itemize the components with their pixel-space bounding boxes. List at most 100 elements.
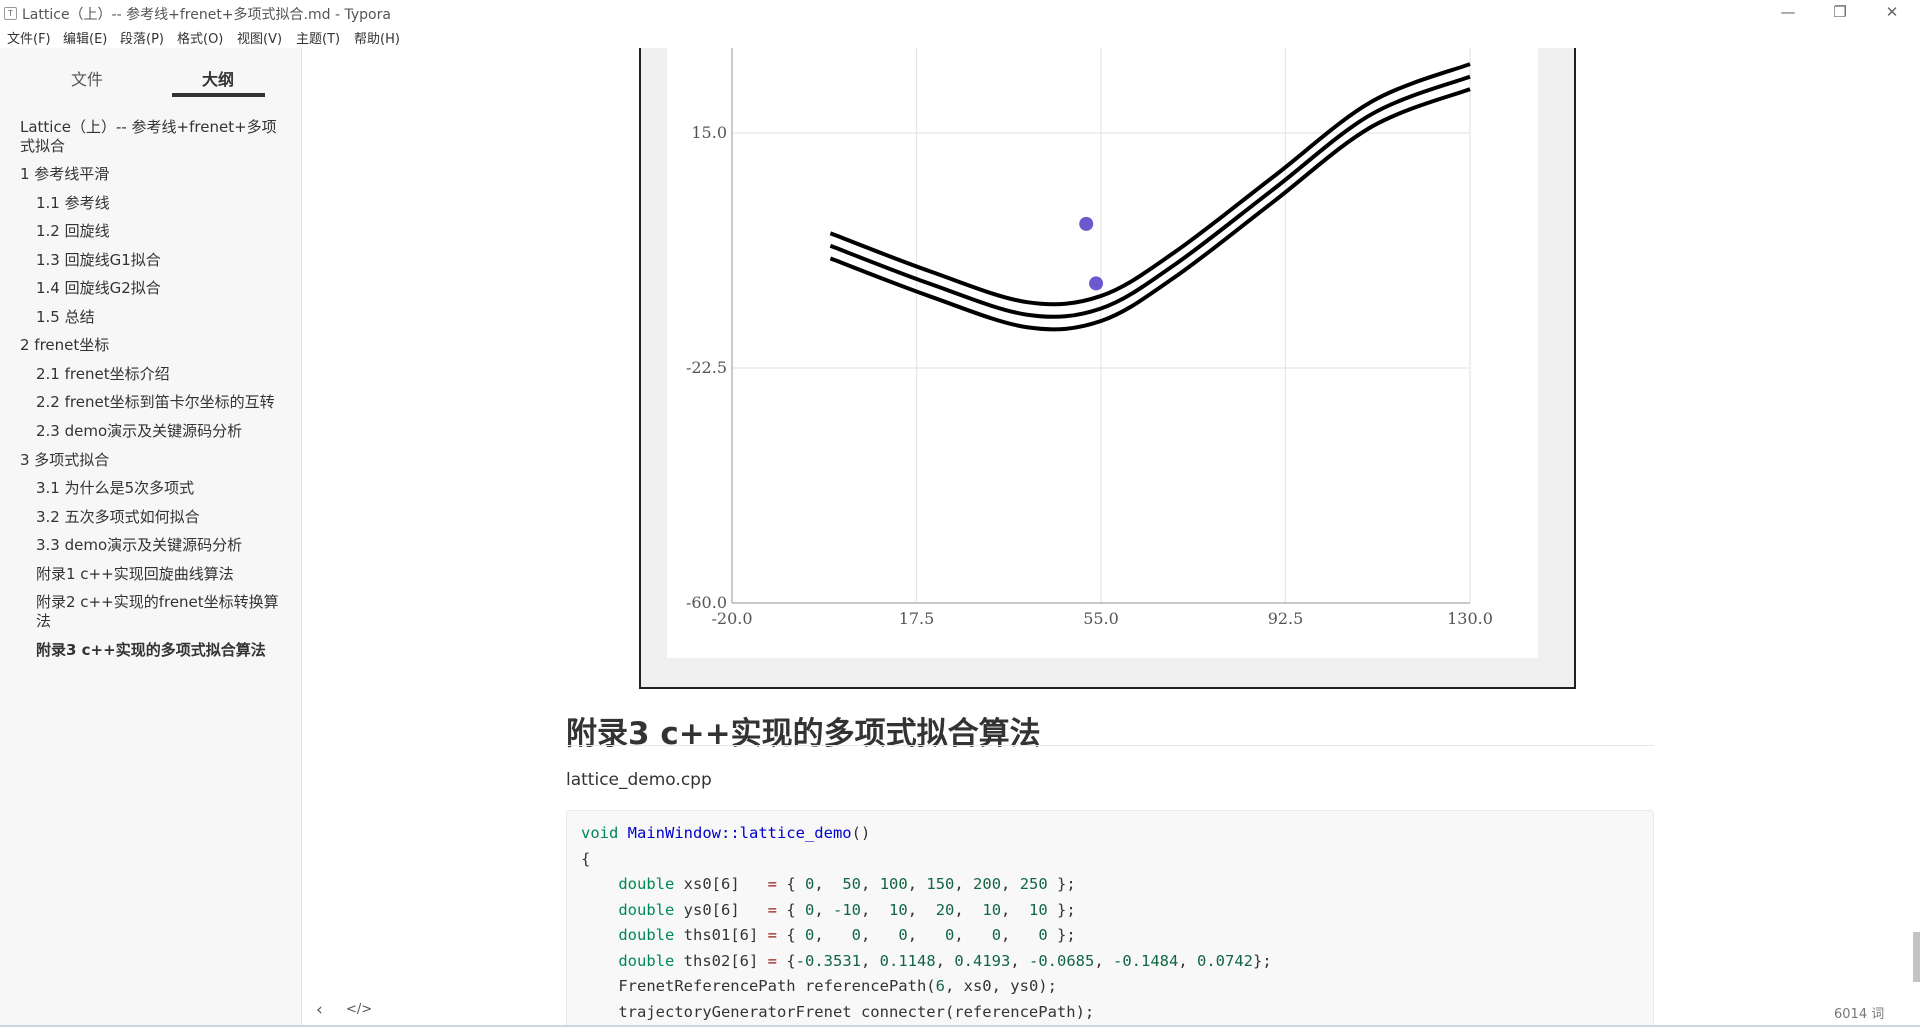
code-token: FrenetReferencePath referencePath( bbox=[581, 977, 936, 995]
outline-item[interactable]: 3.2 五次多项式如何拟合 bbox=[36, 508, 281, 527]
outline-item[interactable]: 1.4 回旋线G2拟合 bbox=[36, 279, 281, 298]
scrollbar-thumb[interactable] bbox=[1913, 932, 1920, 982]
code-token: { bbox=[786, 875, 805, 893]
outline-item[interactable]: 2.3 demo演示及关键源码分析 bbox=[36, 422, 281, 441]
menu-format[interactable]: 格式(O) bbox=[177, 28, 223, 47]
code-token: , bbox=[861, 951, 880, 970]
code-token: , bbox=[954, 926, 992, 944]
outline-item[interactable]: 附录2 c++实现的frenet坐标转换算法 bbox=[36, 593, 281, 631]
menu-view[interactable]: 视图(V) bbox=[237, 28, 282, 47]
code-token: , bbox=[861, 926, 899, 944]
code-token: , bbox=[861, 875, 880, 893]
code-token: , bbox=[814, 926, 852, 944]
code-token: 0 bbox=[1038, 926, 1048, 944]
outline-item[interactable]: 3.1 为什么是5次多项式 bbox=[36, 479, 281, 498]
data-point-2 bbox=[1089, 276, 1104, 291]
code-line[interactable]: double ys0[6] = { 0, -10, 10, 20, 10, 10… bbox=[581, 900, 1075, 920]
code-token: , bbox=[861, 900, 890, 919]
code-token: 50 bbox=[842, 875, 862, 893]
code-token: 0 bbox=[805, 900, 815, 919]
data-point-1 bbox=[1079, 216, 1094, 231]
outline-item[interactable]: Lattice（上）-- 参考线+frenet+多项式拟合 bbox=[20, 118, 280, 156]
outline-item[interactable]: 1.2 回旋线 bbox=[36, 222, 281, 241]
menu-edit[interactable]: 编辑(E) bbox=[63, 28, 107, 47]
code-line[interactable]: void MainWindow::lattice_demo() bbox=[581, 823, 870, 843]
code-line[interactable]: double ths02[6] = {-0.3531, 0.1148, 0.41… bbox=[581, 951, 1272, 971]
source-code-button[interactable]: </> bbox=[346, 1002, 372, 1017]
code-token: { bbox=[581, 849, 591, 868]
sidebar: 文件 大纲 Lattice（上）-- 参考线+frenet+多项式拟合 1 参考… bbox=[0, 48, 302, 1027]
tab-files[interactable]: 文件 bbox=[71, 66, 103, 90]
code-token: 20 bbox=[935, 900, 955, 919]
x-tick-label: 17.5 bbox=[899, 609, 935, 628]
code-token: () bbox=[851, 824, 871, 842]
code-token: = bbox=[767, 951, 787, 970]
code-token: double bbox=[581, 875, 684, 893]
outline-item-active[interactable]: 附录3 c++实现的多项式拟合算法 bbox=[36, 641, 281, 660]
outline-item[interactable]: 1.1 参考线 bbox=[36, 194, 281, 213]
outline-item[interactable]: 2.2 frenet坐标到笛卡尔坐标的互转 bbox=[36, 393, 281, 412]
collapse-sidebar-button[interactable]: ‹ bbox=[316, 1000, 323, 1020]
code-token: 10 bbox=[982, 900, 1002, 919]
code-token: 150 bbox=[926, 875, 955, 893]
y-tick-label: -22.5 bbox=[686, 358, 727, 377]
code-token: , bbox=[907, 875, 927, 893]
outline-item[interactable]: 附录1 c++实现回旋曲线算法 bbox=[36, 565, 281, 584]
outline-item[interactable]: 2 frenet坐标 bbox=[20, 336, 280, 355]
code-token: , bbox=[1094, 951, 1114, 970]
menu-help[interactable]: 帮助(H) bbox=[354, 28, 400, 47]
code-token: 0 bbox=[805, 875, 815, 893]
outline-item[interactable]: 1.5 总结 bbox=[36, 308, 281, 327]
tab-outline[interactable]: 大纲 bbox=[202, 66, 234, 90]
code-token: MainWindow::lattice_demo bbox=[627, 824, 852, 842]
menu-file[interactable]: 文件(F) bbox=[7, 28, 51, 47]
outline-item[interactable]: 3.3 demo演示及关键源码分析 bbox=[36, 536, 281, 555]
code-token: }; bbox=[1047, 926, 1076, 944]
y-tick-label: -60.0 bbox=[686, 593, 727, 612]
code-line[interactable]: double ths01[6] = { 0, 0, 0, 0, 0, 0 }; bbox=[581, 925, 1076, 945]
outline-item[interactable]: 2.1 frenet坐标介绍 bbox=[36, 365, 281, 384]
code-token: ths01[6] bbox=[683, 926, 768, 944]
code-token: , bbox=[907, 926, 946, 944]
code-token: -0.3531 bbox=[795, 951, 861, 970]
outline-item[interactable]: 3 多项式拟合 bbox=[20, 451, 280, 470]
code-line[interactable]: double xs0[6] = { 0, 50, 100, 150, 200, … bbox=[581, 874, 1076, 894]
maximize-icon[interactable]: ❐ bbox=[1820, 0, 1860, 26]
code-token: , bbox=[1010, 951, 1030, 970]
code-block[interactable]: void MainWindow::lattice_demo(){ double … bbox=[566, 810, 1654, 1027]
code-line[interactable]: FrenetReferencePath referencePath(6, xs0… bbox=[581, 976, 1057, 996]
word-count[interactable]: 6014 词 bbox=[1834, 1003, 1884, 1022]
code-token: double bbox=[581, 926, 684, 944]
y-tick-label: 15.0 bbox=[691, 123, 727, 142]
menu-theme[interactable]: 主题(T) bbox=[296, 28, 340, 47]
outline-item[interactable]: 1 参考线平滑 bbox=[20, 165, 280, 184]
menu-paragraph[interactable]: 段落(P) bbox=[120, 28, 164, 47]
typora-app-icon: T bbox=[4, 7, 17, 20]
code-token: , xs0, ys0); bbox=[944, 977, 1057, 995]
code-token: }; bbox=[1047, 875, 1076, 893]
code-token: = bbox=[767, 875, 787, 893]
code-token: { bbox=[786, 951, 796, 970]
code-token: double bbox=[581, 951, 684, 970]
code-line[interactable]: { bbox=[581, 849, 590, 869]
heading-divider bbox=[566, 745, 1654, 746]
code-line[interactable]: trajectoryGeneratorFrenet connecter(refe… bbox=[581, 1002, 1094, 1022]
window-title: Lattice（上）-- 参考线+frenet+多项式拟合.md - Typor… bbox=[22, 7, 391, 23]
close-icon[interactable]: ✕ bbox=[1872, 0, 1912, 26]
code-token: 0.1148 bbox=[879, 951, 936, 970]
code-token: ys0[6] bbox=[683, 900, 768, 919]
code-token: , bbox=[954, 875, 974, 893]
code-token: ths02[6] bbox=[683, 951, 768, 970]
code-token: }; bbox=[1253, 951, 1272, 970]
code-token: -0.1484 bbox=[1113, 951, 1179, 970]
x-tick-label: 55.0 bbox=[1083, 609, 1119, 628]
code-token: 0 bbox=[991, 926, 1002, 944]
code-token: { bbox=[786, 926, 805, 944]
menu-bar: 文件(F) 编辑(E) 段落(P) 格式(O) 视图(V) 主题(T) 帮助(H… bbox=[0, 26, 1920, 48]
editor-area[interactable]: -20.0 17.5 55.0 92.5 130.0 15.0 -22.5 -60.0 附录3… bbox=[302, 48, 1920, 1027]
minimize-icon[interactable]: — bbox=[1768, 0, 1808, 26]
code-token: 100 bbox=[879, 875, 908, 893]
code-token: 250 bbox=[1019, 875, 1048, 893]
outline-item[interactable]: 1.3 回旋线G1拟合 bbox=[36, 251, 281, 270]
code-token: -10 bbox=[833, 900, 862, 919]
